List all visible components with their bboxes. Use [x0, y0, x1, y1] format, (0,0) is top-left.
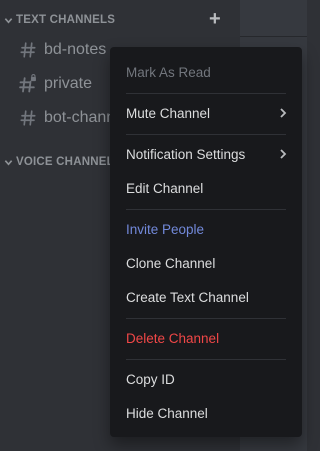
channel-name: private [44, 75, 93, 92]
menu-item-label: Clone Channel [126, 255, 216, 271]
chevron-down-icon [0, 158, 16, 167]
menu-item-label: Notification Settings [126, 146, 246, 162]
menu-item-label: Edit Channel [126, 180, 204, 196]
chevron-down-icon [0, 16, 16, 25]
menu-item-label: Delete Channel [126, 330, 220, 346]
menu-item-label: Copy ID [126, 371, 175, 387]
menu-item-clone-channel[interactable]: Clone Channel [118, 247, 294, 279]
menu-separator [126, 318, 286, 319]
menu-item-label: Create Text Channel [126, 289, 249, 305]
category-label: VOICE CHANNELS [16, 156, 122, 168]
category-label: TEXT CHANNELS [16, 14, 116, 26]
menu-item-hide-channel[interactable]: Hide Channel [118, 397, 294, 429]
menu-item-mark-as-read[interactable]: Mark As Read [118, 56, 294, 88]
menu-item-edit-channel[interactable]: Edit Channel [118, 172, 294, 204]
channel-name: bd-notes [44, 41, 107, 58]
menu-item-label: Mark As Read [126, 64, 211, 80]
channel-context-menu: Mark As Read Mute Channel Notification S… [110, 47, 302, 437]
menu-separator [126, 93, 286, 94]
menu-item-copy-id[interactable]: Copy ID [118, 363, 294, 395]
chevron-right-icon [276, 106, 290, 120]
menu-item-create-text-channel[interactable]: Create Text Channel [118, 281, 294, 313]
menu-separator [126, 359, 286, 360]
chat-header [240, 0, 307, 37]
hash-icon [14, 34, 42, 66]
menu-item-notification-settings[interactable]: Notification Settings [118, 138, 294, 170]
add-channel-button[interactable]: + [206, 8, 224, 30]
menu-item-label: Hide Channel [126, 405, 208, 421]
locked-hash-icon [14, 68, 42, 100]
menu-item-delete-channel[interactable]: Delete Channel [118, 322, 294, 354]
menu-separator [126, 134, 286, 135]
menu-item-label: Mute Channel [126, 105, 211, 121]
menu-separator [126, 209, 286, 210]
chevron-right-icon [276, 147, 290, 161]
menu-item-mute-channel[interactable]: Mute Channel [118, 97, 294, 129]
menu-item-invite-people[interactable]: Invite People [118, 213, 294, 245]
hash-icon [14, 102, 42, 134]
category-text-channels[interactable]: TEXT CHANNELS + [0, 8, 240, 30]
menu-item-label: Invite People [126, 221, 205, 237]
